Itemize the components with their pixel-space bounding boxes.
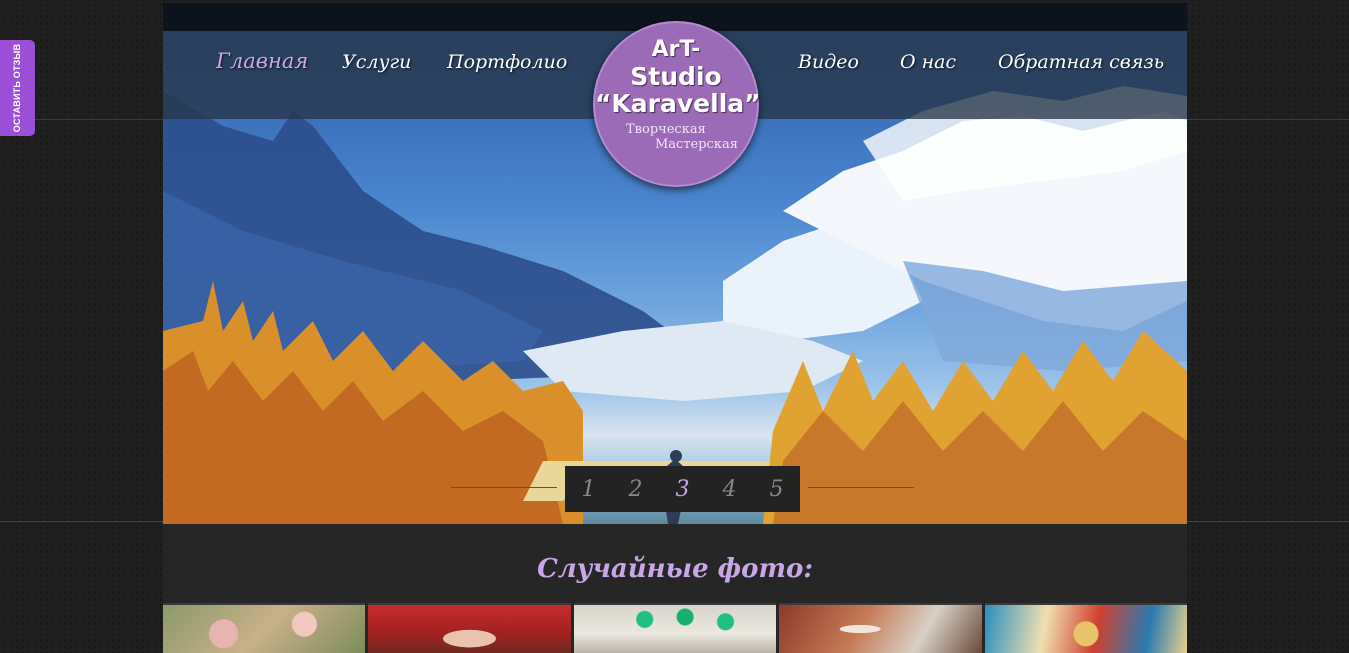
nav-home[interactable]: Главная (216, 49, 308, 73)
nav-portfolio[interactable]: Портфолио (447, 51, 567, 73)
site-logo[interactable]: ArT- Studio “Karavella” Творческая Масте… (593, 21, 761, 187)
leave-feedback-tab[interactable]: ОСТАВИТЬ ОТЗЫВ (0, 40, 35, 136)
photo-thumbnail[interactable] (163, 603, 366, 653)
photo-thumbnail[interactable] (984, 603, 1188, 653)
random-photos-section: Случайные фото: (163, 524, 1188, 653)
pager-item-2[interactable]: 2 (612, 466, 659, 512)
random-photos-title: Случайные фото: (537, 554, 813, 584)
logo-line-3: “Karavella” (595, 89, 761, 118)
photo-thumbnail[interactable] (573, 603, 777, 653)
nav-services[interactable]: Услуги (342, 51, 411, 73)
photo-thumbnails (163, 603, 1188, 653)
logo-subtitle-1: Творческая (626, 122, 706, 137)
main-navbar: Главная Услуги Портфолио Видео О нас Обр… (163, 21, 1187, 187)
pager-line-left (451, 487, 557, 488)
pager-item-4[interactable]: 4 (706, 466, 753, 512)
slider-pager: 1 2 3 4 5 (565, 466, 800, 512)
photo-thumbnail[interactable] (368, 603, 571, 653)
nav-about[interactable]: О нас (900, 51, 956, 73)
nav-video[interactable]: Видео (798, 51, 859, 73)
leave-feedback-label: ОСТАВИТЬ ОТЗЫВ (12, 43, 23, 133)
nav-feedback[interactable]: Обратная связь (998, 51, 1164, 73)
logo-line-1: ArT- (651, 37, 701, 62)
pager-item-1[interactable]: 1 (565, 466, 612, 512)
photo-thumbnail[interactable] (779, 603, 982, 653)
page-container: Главная Услуги Портфолио Видео О нас Обр… (163, 3, 1188, 653)
pager-line-right (808, 487, 914, 488)
pager-item-3[interactable]: 3 (659, 466, 706, 512)
pager-item-5[interactable]: 5 (753, 466, 800, 512)
logo-line-2: Studio (630, 62, 722, 91)
logo-subtitle-2: Мастерская (655, 137, 738, 152)
